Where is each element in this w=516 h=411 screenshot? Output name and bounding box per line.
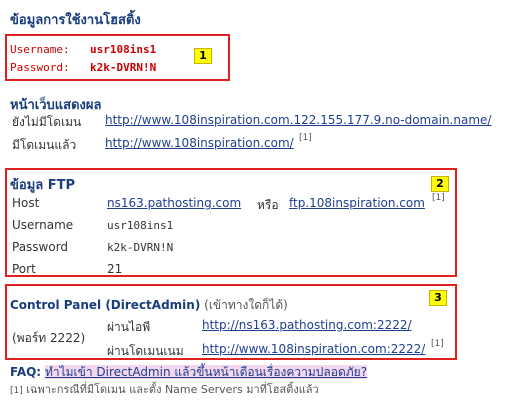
via-domain-url-link[interactable]: http://www.108inspiration.com:2222/ bbox=[202, 342, 425, 356]
ftp-port-value: 21 bbox=[107, 262, 123, 276]
ftp-host-alt-link[interactable]: ftp.108inspiration.com bbox=[289, 196, 425, 210]
no-domain-url-link[interactable]: http://www.108inspiration.com.122.155.17… bbox=[105, 113, 491, 127]
control-panel-heading: Control Panel (DirectAdmin) bbox=[10, 298, 201, 312]
has-domain-label: มีโดเมนแล้ว bbox=[12, 138, 77, 152]
footnote-text: เฉพาะกรณีที่มีโดเมน และตั้ง Name Servers… bbox=[26, 383, 319, 396]
ftp-host-footnote-marker: [1] bbox=[432, 193, 445, 203]
username-label: Username: bbox=[10, 43, 70, 56]
control-panel-heading-row: Control Panel (DirectAdmin) (เข้าทางใดก็… bbox=[10, 296, 288, 315]
has-domain-footnote-marker: [1] bbox=[299, 133, 312, 143]
ftp-username-label: Username bbox=[12, 218, 74, 232]
has-domain-url-link[interactable]: http://www.108inspiration.com/ bbox=[105, 136, 294, 150]
control-panel-port-label: (พอร์ท 2222) bbox=[12, 331, 86, 345]
footnote: [1] เฉพาะกรณีที่มีโดเมน และตั้ง Name Ser… bbox=[10, 380, 319, 398]
ftp-heading: ข้อมูล FTP bbox=[10, 178, 76, 193]
faq-link[interactable]: ทำไมเข้า DirectAdmin แล้วขึ้นหน้าเตือนเร… bbox=[44, 365, 368, 379]
display-section-heading: หน้าเว็บแสดงผล bbox=[10, 98, 102, 113]
control-panel-heading-note: (เข้าทางใดก็ได้) bbox=[204, 298, 288, 312]
ftp-host-or: หรือ bbox=[257, 198, 279, 212]
ftp-password-label: Password bbox=[12, 240, 69, 254]
ftp-host-primary-link[interactable]: ns163.pathosting.com bbox=[107, 196, 241, 210]
no-domain-label: ยังไม่มีโดเมน bbox=[12, 115, 82, 129]
ftp-host-label: Host bbox=[12, 196, 40, 210]
via-ip-url-link[interactable]: http://ns163.pathosting.com:2222/ bbox=[202, 318, 412, 332]
ftp-username-value: usr108ins1 bbox=[107, 219, 174, 232]
page-title: ข้อมูลการใช้งานโฮสติ้ง bbox=[10, 13, 141, 28]
via-domain-label: ผ่านโดเมนเนม bbox=[107, 344, 184, 358]
faq-label: FAQ: bbox=[10, 365, 42, 379]
badge-1: 1 bbox=[194, 48, 212, 64]
ftp-password-value: k2k-DVRN!N bbox=[107, 241, 174, 254]
password-label: Password: bbox=[10, 61, 70, 74]
via-domain-footnote-marker: [1] bbox=[431, 339, 444, 349]
password-value: k2k-DVRN!N bbox=[90, 61, 157, 74]
username-value: usr108ins1 bbox=[90, 43, 157, 56]
footnote-marker: [1] bbox=[10, 386, 23, 396]
badge-2: 2 bbox=[431, 176, 449, 192]
ftp-port-label: Port bbox=[12, 262, 36, 276]
badge-3: 3 bbox=[429, 290, 447, 306]
via-ip-label: ผ่านไอพี bbox=[107, 320, 151, 334]
